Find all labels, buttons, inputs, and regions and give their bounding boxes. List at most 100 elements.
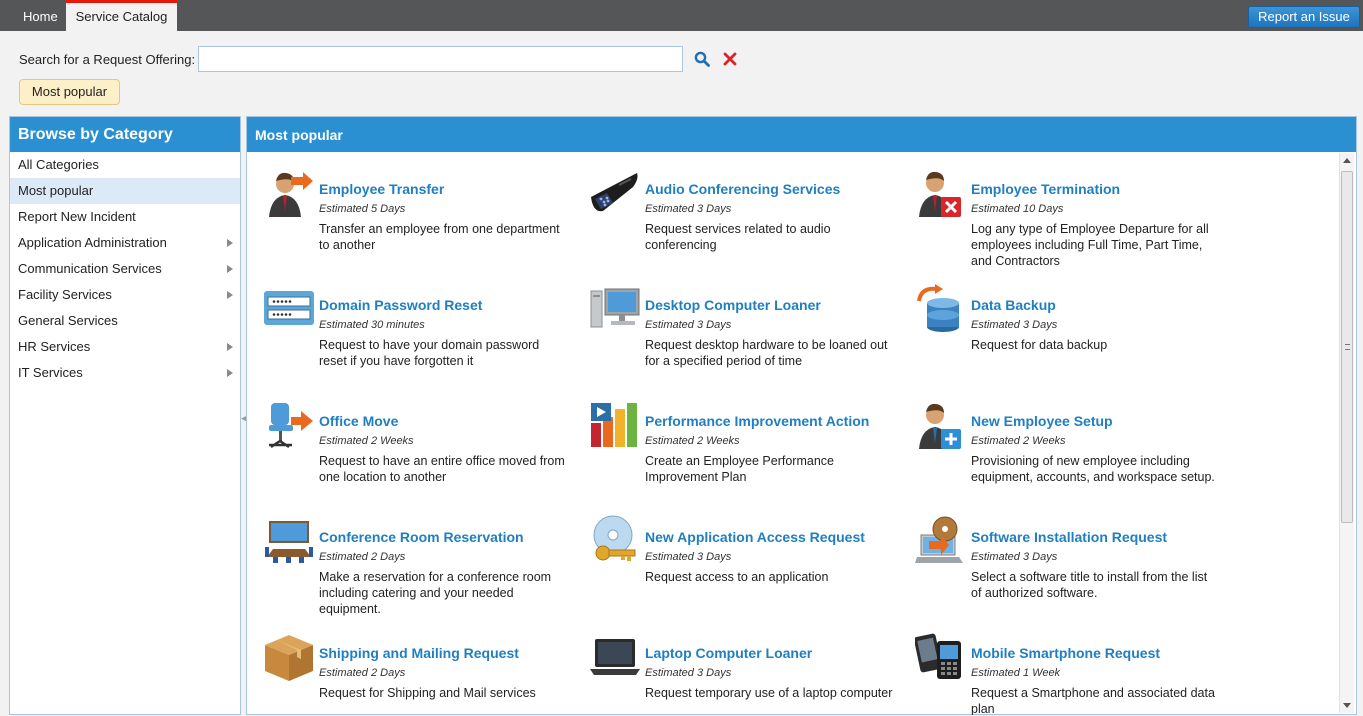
most-popular-filter-chip[interactable]: Most popular <box>19 79 120 105</box>
offering-description: Create an Employee Performance Improveme… <box>645 454 834 484</box>
offering-description: Request to have your domain password res… <box>319 338 540 368</box>
disc-key-icon <box>593 515 636 561</box>
offering-employee-transfer[interactable]: Employee Transfer Estimated 5 Days Trans… <box>263 167 573 277</box>
offering-title[interactable]: New Application Access Request <box>645 529 865 545</box>
conference-room-icon <box>265 521 313 563</box>
offering-title[interactable]: Desktop Computer Loaner <box>645 297 821 313</box>
offering-estimate: Estimated 3 Days <box>645 667 732 679</box>
sidebar-item-hr-services[interactable]: HR Services <box>10 334 240 360</box>
offering-estimate: Estimated 2 Weeks <box>645 435 740 447</box>
bar-chart-icon <box>591 403 637 447</box>
tab-home[interactable]: Home <box>12 0 69 31</box>
offering-title[interactable]: Software Installation Request <box>971 529 1167 545</box>
offering-title[interactable]: New Employee Setup <box>971 413 1113 429</box>
tab-service-catalog[interactable]: Service Catalog <box>66 0 177 31</box>
sidebar-title: Browse by Category <box>10 117 240 152</box>
offering-estimate: Estimated 2 Days <box>319 667 406 679</box>
sidebar-item-most-popular[interactable]: Most popular <box>10 178 240 204</box>
offering-description: Request services related to audio confer… <box>645 222 831 252</box>
expand-arrow-icon[interactable] <box>227 239 233 247</box>
sidebar-item-communication-services[interactable]: Communication Services <box>10 256 240 282</box>
offering-estimate: Estimated 3 Days <box>971 319 1058 331</box>
scroll-down-arrow-icon[interactable] <box>1343 703 1351 708</box>
offering-title[interactable]: Data Backup <box>971 297 1056 313</box>
expand-arrow-icon[interactable] <box>227 369 233 377</box>
offering-title[interactable]: Mobile Smartphone Request <box>971 645 1160 661</box>
office-chair-icon <box>269 403 313 449</box>
expand-arrow-icon[interactable] <box>227 291 233 299</box>
offering-mobile-smartphone[interactable]: Mobile Smartphone Request Estimated 1 We… <box>915 631 1225 715</box>
sidebar-item-facility-services[interactable]: Facility Services <box>10 282 240 308</box>
offering-employee-termination[interactable]: Employee Termination Estimated 10 Days L… <box>915 167 1225 277</box>
expand-arrow-icon[interactable] <box>227 343 233 351</box>
offering-estimate: Estimated 2 Weeks <box>319 435 414 447</box>
offering-desktop-computer-loaner[interactable]: Desktop Computer Loaner Estimated 3 Days… <box>589 283 899 393</box>
offering-title[interactable]: Shipping and Mailing Request <box>319 645 519 661</box>
sidebar-item-label: Most popular <box>18 183 94 198</box>
offering-estimate: Estimated 3 Days <box>971 551 1058 563</box>
offering-new-employee-setup[interactable]: New Employee Setup Estimated 2 Weeks Pro… <box>915 399 1225 509</box>
sidebar-item-label: All Categories <box>18 157 99 172</box>
laptop-icon <box>590 639 640 675</box>
offering-title[interactable]: Conference Room Reservation <box>319 529 524 545</box>
offering-title[interactable]: Office Move <box>319 413 398 429</box>
offering-estimate: Estimated 10 Days <box>971 203 1064 215</box>
sidebar-item-application-administration[interactable]: Application Administration <box>10 230 240 256</box>
offering-estimate: Estimated 3 Days <box>645 551 732 563</box>
package-box-icon <box>265 635 313 681</box>
search-input[interactable] <box>198 46 683 72</box>
offering-domain-password-reset[interactable]: Domain Password Reset Estimated 30 minut… <box>263 283 573 393</box>
grip-icon <box>1345 344 1350 350</box>
offering-title[interactable]: Performance Improvement Action <box>645 413 869 429</box>
sidebar-item-general-services[interactable]: General Services <box>10 308 240 334</box>
offering-data-backup[interactable]: Data Backup Estimated 3 Days Request for… <box>915 283 1225 393</box>
sidebar-item-all-categories[interactable]: All Categories <box>10 152 240 178</box>
offering-description: Make a reservation for a conference room… <box>319 570 552 616</box>
sidebar-item-label: Report New Incident <box>18 209 136 224</box>
offering-description: Request desktop hardware to be loaned ou… <box>645 338 888 368</box>
sidebar-item-label: IT Services <box>18 365 83 380</box>
offering-title[interactable]: Laptop Computer Loaner <box>645 645 812 661</box>
offering-shipping-mailing[interactable]: Shipping and Mailing Request Estimated 2… <box>263 631 573 715</box>
offering-laptop-computer-loaner[interactable]: Laptop Computer Loaner Estimated 3 Days … <box>589 631 899 715</box>
sidebar-item-it-services[interactable]: IT Services <box>10 360 240 386</box>
sidebar-item-label: General Services <box>18 313 118 328</box>
offering-title[interactable]: Employee Termination <box>971 181 1120 197</box>
offering-office-move[interactable]: Office Move Estimated 2 Weeks Request to… <box>263 399 573 509</box>
sidebar-item-label: HR Services <box>18 339 91 354</box>
offering-title[interactable]: Audio Conferencing Services <box>645 181 840 197</box>
report-issue-button[interactable]: Report an Issue <box>1248 6 1360 28</box>
clear-search-icon[interactable] <box>722 51 738 67</box>
password-field-icon <box>264 291 314 325</box>
offering-performance-improvement[interactable]: Performance Improvement Action Estimated… <box>589 399 899 509</box>
offering-new-application-access[interactable]: New Application Access Request Estimated… <box>589 515 899 625</box>
offering-estimate: Estimated 1 Week <box>971 667 1061 679</box>
offering-title[interactable]: Domain Password Reset <box>319 297 482 313</box>
scroll-up-arrow-icon[interactable] <box>1343 158 1351 163</box>
sidebar-item-report-new-incident[interactable]: Report New Incident <box>10 204 240 230</box>
offering-estimate: Estimated 2 Weeks <box>971 435 1066 447</box>
offering-audio-conferencing[interactable]: Audio Conferencing Services Estimated 3 … <box>589 167 899 277</box>
sidebar-item-label: Facility Services <box>18 287 112 302</box>
category-sidebar: Browse by Category All Categories Most p… <box>9 116 241 715</box>
offering-conference-room-reservation[interactable]: Conference Room Reservation Estimated 2 … <box>263 515 573 625</box>
sidebar-item-label: Application Administration <box>18 235 167 250</box>
software-install-icon <box>915 516 963 563</box>
panel-title: Most popular <box>247 117 1356 152</box>
offerings-grid: Employee Transfer Estimated 5 Days Trans… <box>247 153 1339 715</box>
offering-title[interactable]: Employee Transfer <box>319 181 444 197</box>
vertical-scrollbar[interactable] <box>1339 153 1354 713</box>
scrollbar-thumb[interactable] <box>1341 171 1353 523</box>
offering-description: Transfer an employee from one department… <box>319 222 560 252</box>
offering-description: Request to have an entire office moved f… <box>319 454 565 484</box>
offering-software-installation[interactable]: Software Installation Request Estimated … <box>915 515 1225 625</box>
offering-estimate: Estimated 30 minutes <box>319 319 425 331</box>
offering-estimate: Estimated 3 Days <box>645 319 732 331</box>
search-icon[interactable] <box>694 51 710 67</box>
expand-arrow-icon[interactable] <box>227 265 233 273</box>
person-add-icon <box>919 403 961 449</box>
offering-estimate: Estimated 2 Days <box>319 551 406 563</box>
offering-description: Request temporary use of a laptop comput… <box>645 686 893 700</box>
offering-description: Request access to an application <box>645 570 829 584</box>
offering-description: Select a software title to install from … <box>971 570 1208 600</box>
